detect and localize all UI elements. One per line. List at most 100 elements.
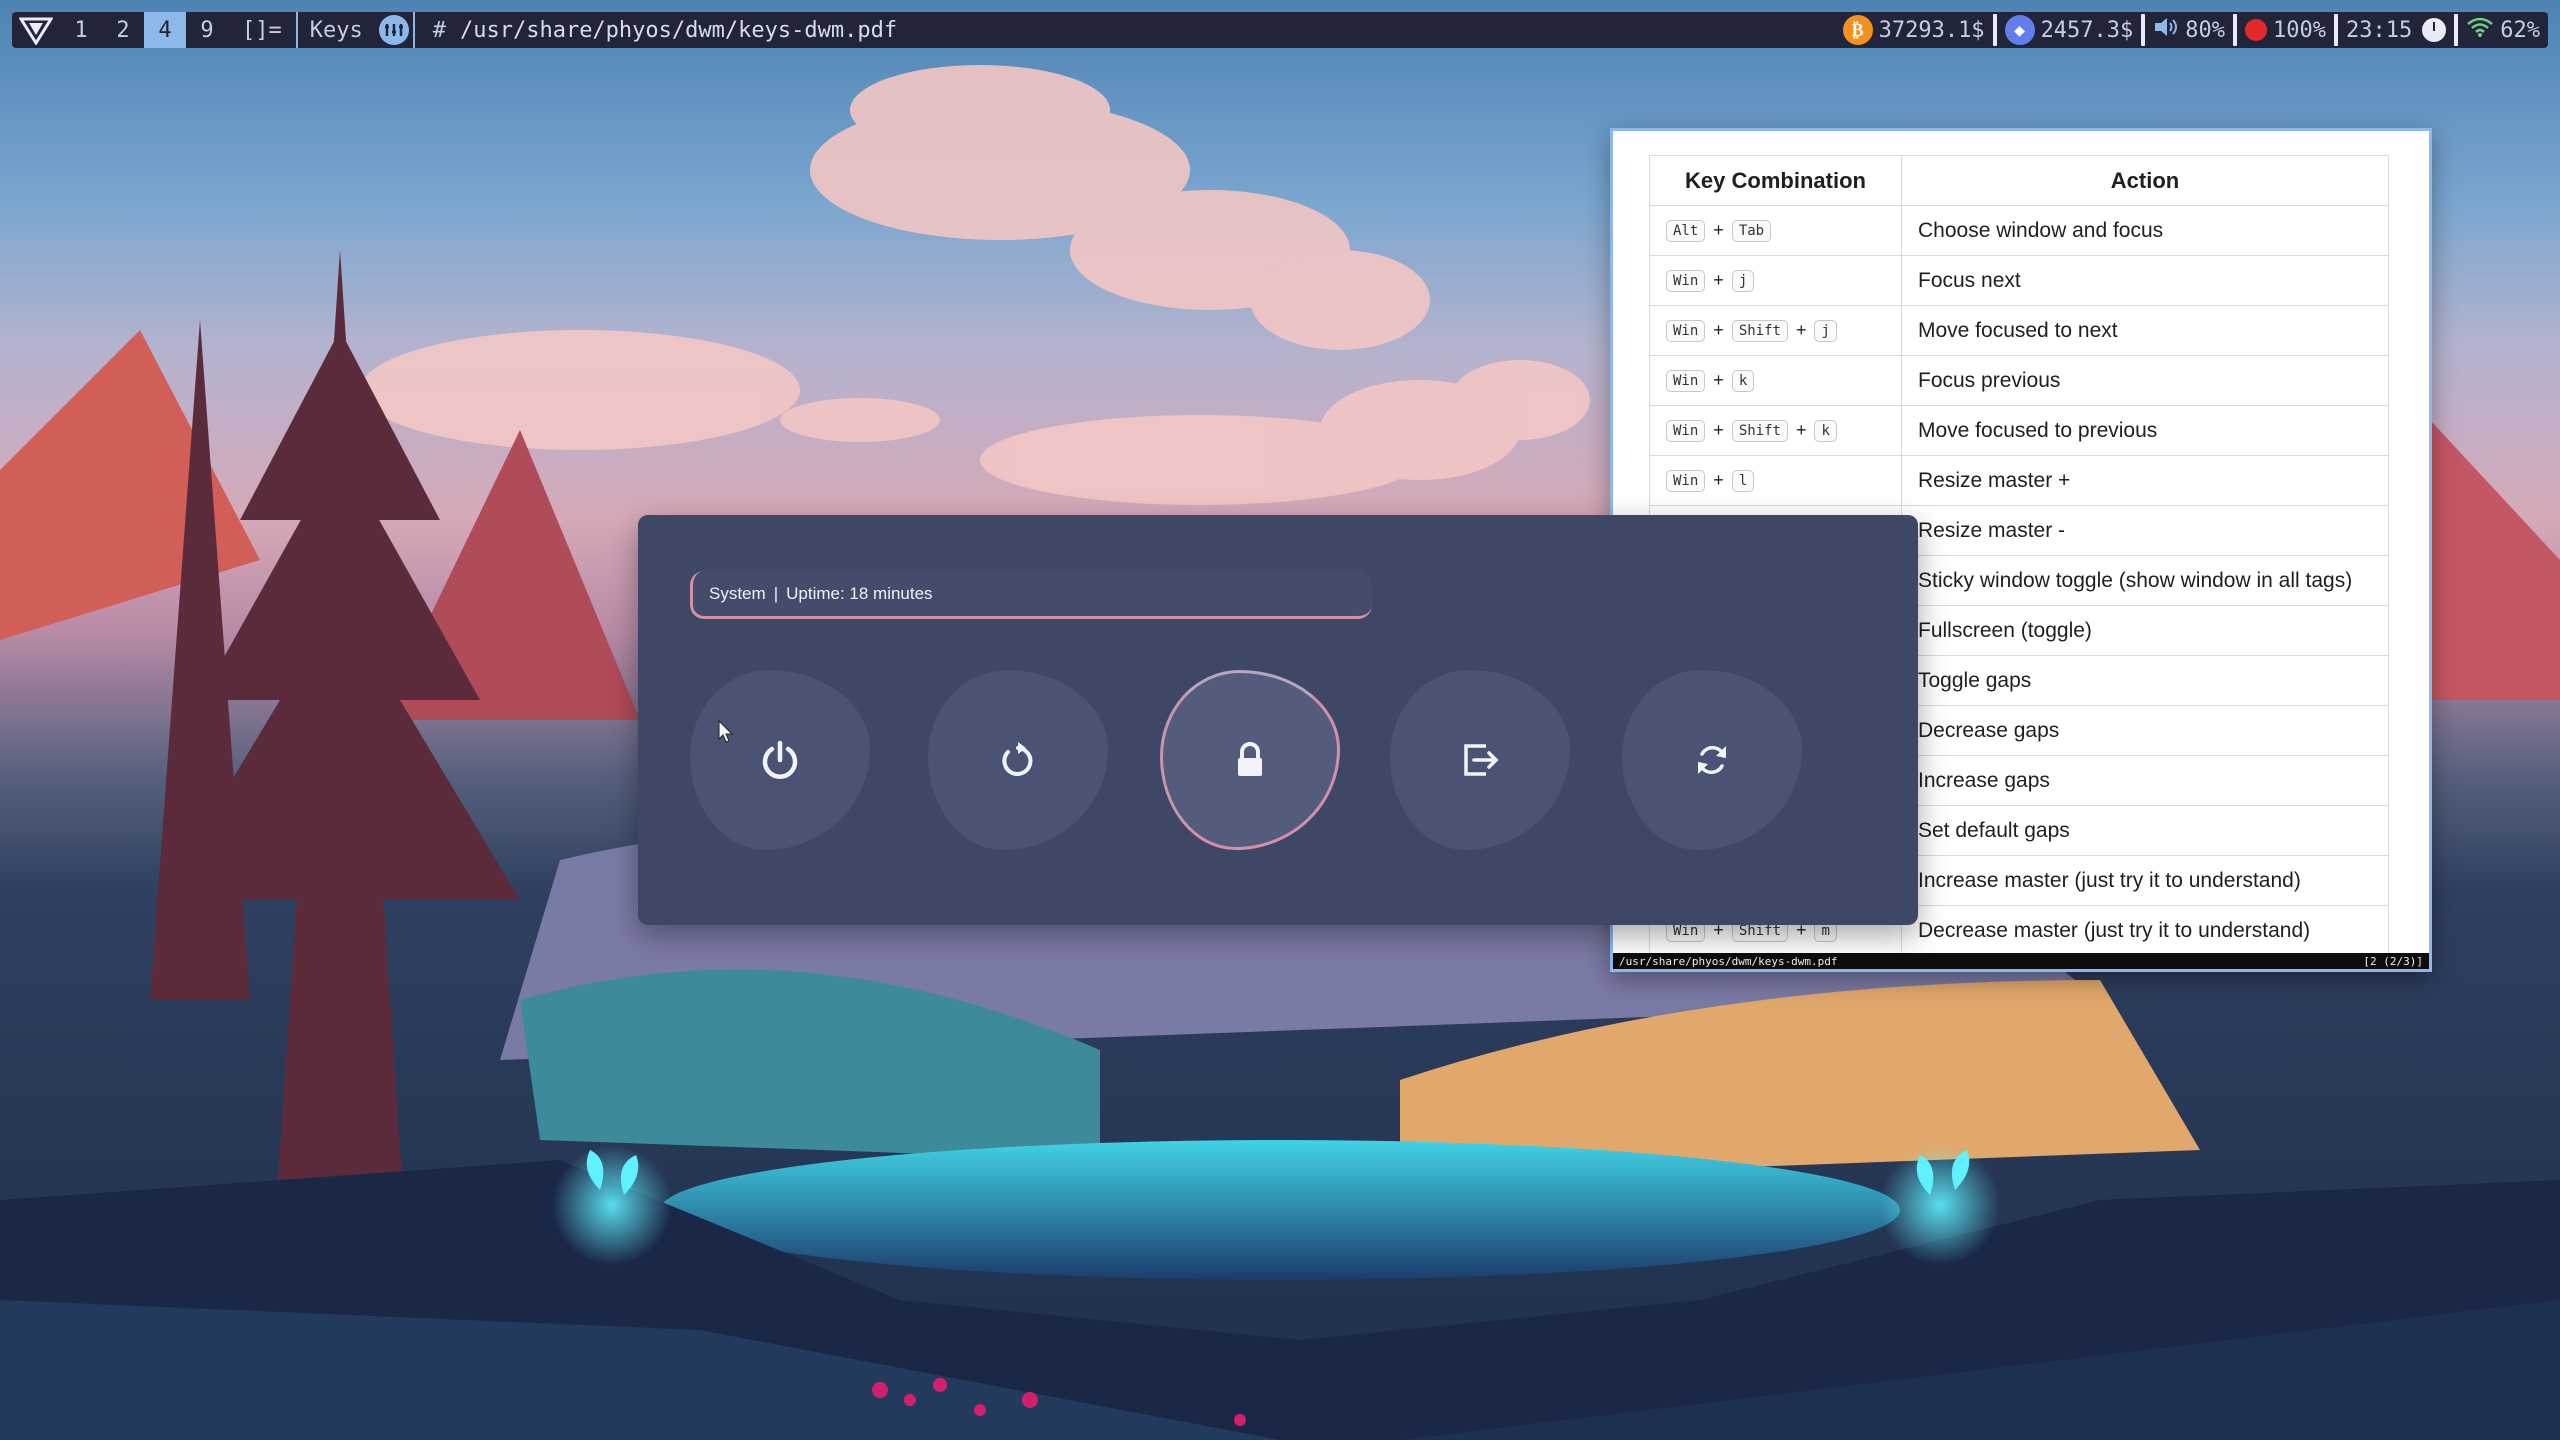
btc-price: ₿ 37293.1$ xyxy=(1835,12,1993,48)
reload-icon xyxy=(1698,745,1726,775)
table-row: Win + l Resize master + xyxy=(1649,455,2389,506)
key-cap: Shift xyxy=(1731,319,1788,342)
record-icon xyxy=(2245,19,2268,41)
mouse-cursor-icon xyxy=(718,719,734,748)
key-cap: Win xyxy=(1666,469,1706,492)
window-title: /usr/share/phyos/dwm/keys-dwm.pdf xyxy=(459,17,898,43)
action-cell: Resize master - xyxy=(1901,505,2389,556)
ethereum-icon: ◆ xyxy=(2004,15,2035,45)
lock-icon xyxy=(1238,742,1262,776)
key-cap: j xyxy=(1731,269,1755,292)
lock-button[interactable] xyxy=(1160,670,1340,850)
plus-sign: + xyxy=(1713,220,1724,241)
record-status: 100% xyxy=(2237,12,2334,48)
action-header: Action xyxy=(1901,155,2389,206)
key-cap: l xyxy=(1731,469,1755,492)
action-cell: Focus next xyxy=(1901,255,2389,306)
time-value: 23:15 xyxy=(2346,17,2413,43)
bitcoin-icon: ₿ xyxy=(1842,15,1873,45)
action-cell: Increase gaps xyxy=(1901,755,2389,806)
plus-sign: + xyxy=(1713,270,1724,291)
plus-sign: + xyxy=(1713,320,1724,341)
key-combination-cell: Win + j xyxy=(1649,255,1902,306)
wifi-value: 62% xyxy=(2500,17,2540,43)
power-icon xyxy=(762,740,798,779)
logout-icon xyxy=(1464,744,1499,776)
action-cell: Increase master (just try it to understa… xyxy=(1901,855,2389,906)
key-combination-cell: Alt + Tab xyxy=(1649,205,1902,256)
key-cap: k xyxy=(1731,369,1755,392)
pdf-status-page: [2 (2/3)] xyxy=(2363,954,2423,968)
key-combination-cell: Win + Shift + j xyxy=(1649,305,1902,356)
key-cap: Win xyxy=(1666,319,1706,342)
table-row: Win + Shift + k Move focused to previous xyxy=(1649,405,2389,456)
plus-sign: + xyxy=(1795,420,1807,441)
reload-button[interactable] xyxy=(1622,670,1802,850)
key-cap: Win xyxy=(1666,419,1706,442)
clock-icon xyxy=(2422,18,2447,42)
key-cap: Win xyxy=(1666,369,1706,392)
tag-1[interactable]: 1 xyxy=(60,12,102,48)
action-cell: Fullscreen (toggle) xyxy=(1901,605,2389,656)
key-cap: k xyxy=(1814,419,1837,442)
logout-button[interactable] xyxy=(1390,670,1570,850)
plus-sign: + xyxy=(1713,470,1724,491)
tiling-icon xyxy=(378,15,409,45)
power-menu-prompt[interactable]: System | Uptime: 18 minutes xyxy=(690,571,1372,619)
reboot-button[interactable] xyxy=(928,670,1108,850)
wifi-icon xyxy=(2466,16,2494,44)
action-cell: Decrease gaps xyxy=(1901,705,2389,756)
record-value: 100% xyxy=(2273,17,2327,43)
uptime-text: Uptime: 18 minutes xyxy=(786,583,933,603)
status-area: ₿ 37293.1$ ◆ 2457.3$ 80% 100% 23:15 62% xyxy=(1835,12,2548,48)
table-row: Win + k Focus previous xyxy=(1649,355,2389,406)
table-row: Win + Shift + j Move focused to next xyxy=(1649,305,2389,356)
table-row: Win + j Focus next xyxy=(1649,255,2389,306)
prompt-separator: | xyxy=(773,583,779,603)
table-header-row: Key Combination Action xyxy=(1649,155,2389,206)
action-cell: Focus previous xyxy=(1901,355,2389,406)
key-cap: j xyxy=(1814,319,1837,342)
prompt-label: System xyxy=(709,583,766,603)
shutdown-button[interactable] xyxy=(690,670,870,850)
action-cell: Sticky window toggle (show window in all… xyxy=(1901,555,2389,606)
pdf-status-path: /usr/share/phyos/dwm/keys-dwm.pdf xyxy=(1619,954,1838,968)
action-cell: Move focused to next xyxy=(1901,305,2389,356)
key-combination-cell: Win + Shift + k xyxy=(1649,405,1902,456)
action-cell: Decrease master (just try it to understa… xyxy=(1901,905,2389,956)
pdf-statusbar: /usr/share/phyos/dwm/keys-dwm.pdf [2 (2/… xyxy=(1613,953,2429,969)
action-cell: Set default gaps xyxy=(1901,805,2389,856)
key-combination-cell: Win + l xyxy=(1649,455,1902,506)
action-cell: Resize master + xyxy=(1901,455,2389,506)
table-row: Alt + Tab Choose window and focus xyxy=(1649,205,2389,256)
key-cap: Alt xyxy=(1666,219,1706,242)
restart-icon xyxy=(1002,742,1033,776)
volume-status[interactable]: 80% xyxy=(2145,12,2233,48)
tag-2[interactable]: 2 xyxy=(102,12,144,48)
plus-sign: + xyxy=(1713,370,1724,391)
eth-value: 2457.3$ xyxy=(2040,17,2134,43)
focused-window: Keys xyxy=(295,12,415,48)
key-cap: Tab xyxy=(1731,219,1772,242)
hash-glyph: # xyxy=(432,17,446,43)
action-cell: Toggle gaps xyxy=(1901,655,2389,706)
clock-status: 23:15 xyxy=(2338,12,2454,48)
window-name: Keys xyxy=(309,17,363,43)
plus-sign: + xyxy=(1795,320,1807,341)
power-menu: System | Uptime: 18 minutes xyxy=(638,515,1918,925)
volume-value: 80% xyxy=(2185,17,2226,43)
tag-9[interactable]: 9 xyxy=(186,12,228,48)
layout-indicator[interactable]: []= xyxy=(228,12,296,48)
btc-value: 37293.1$ xyxy=(1878,17,1985,43)
plus-sign: + xyxy=(1713,420,1724,441)
key-combination-cell: Win + k xyxy=(1649,355,1902,406)
speaker-icon xyxy=(2153,15,2179,45)
distro-logo-icon[interactable] xyxy=(12,12,60,48)
action-cell: Choose window and focus xyxy=(1901,205,2389,256)
tag-4[interactable]: 4 xyxy=(144,12,186,48)
key-cap: Shift xyxy=(1731,419,1788,442)
eth-price: ◆ 2457.3$ xyxy=(1997,12,2142,48)
action-cell: Move focused to previous xyxy=(1901,405,2389,456)
keys-header: Key Combination xyxy=(1649,155,1902,206)
wifi-status[interactable]: 62% xyxy=(2458,12,2548,48)
